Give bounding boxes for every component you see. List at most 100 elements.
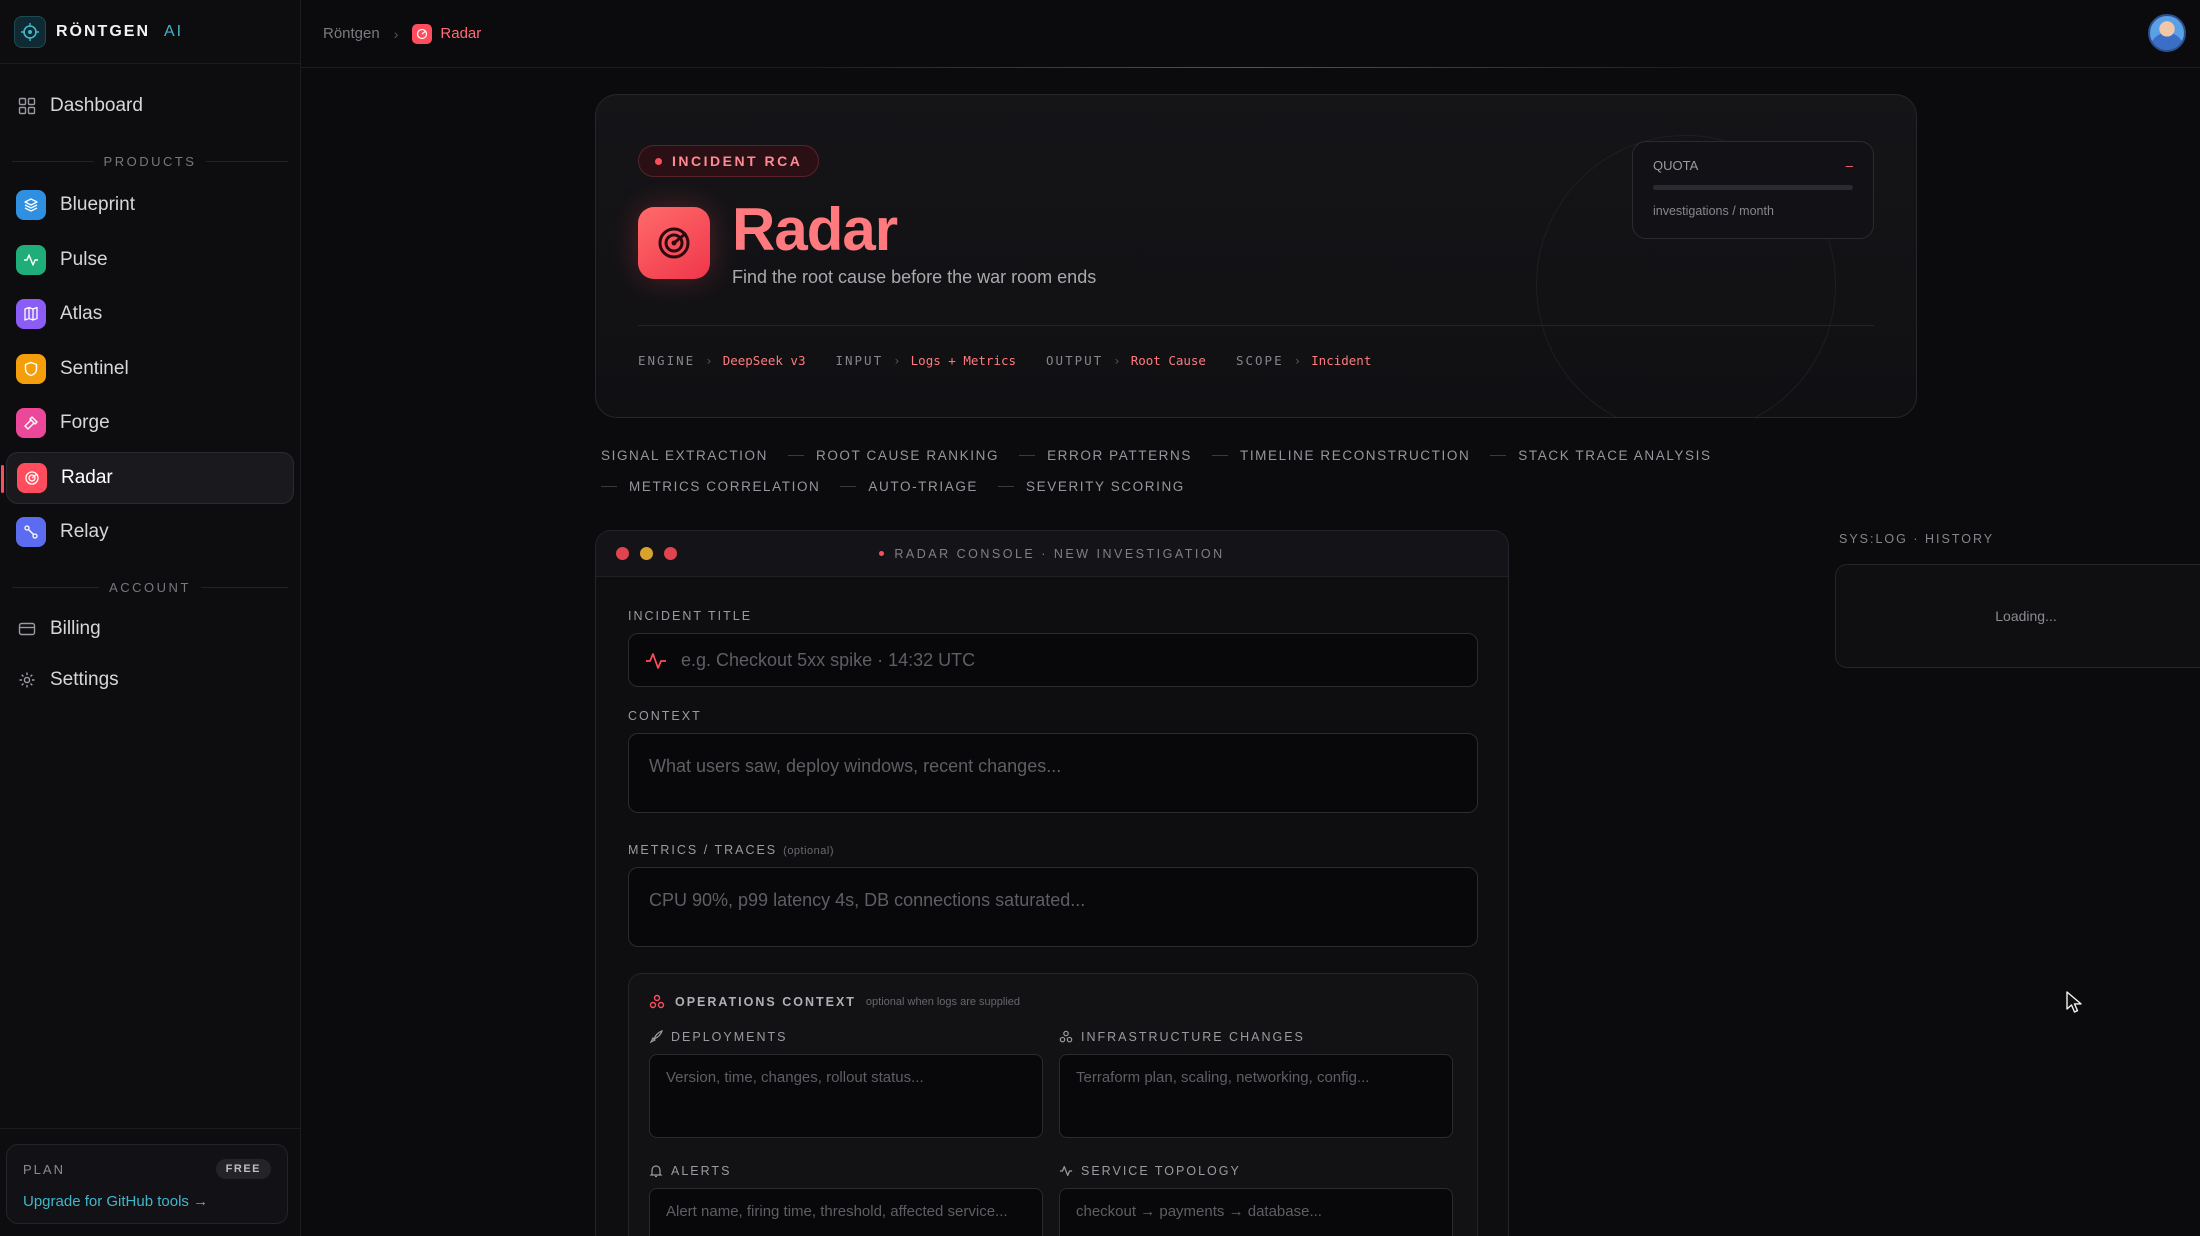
status-dot: [655, 157, 662, 165]
context-placeholder: What users saw, deploy windows, recent c…: [649, 756, 1062, 776]
chevron-right-icon: ›: [1293, 353, 1302, 368]
capability-label: STACK TRACE ANALYSIS: [1518, 448, 1712, 463]
sidebar-item-relay[interactable]: Relay: [6, 506, 294, 558]
spec-value: Root Cause: [1130, 353, 1206, 368]
sidebar-item-billing[interactable]: Billing: [6, 605, 294, 653]
quota-progress-bar: [1653, 185, 1853, 190]
capability-label: ROOT CAUSE RANKING: [815, 448, 1000, 463]
incident-title-placeholder: e.g. Checkout 5xx spike · 14:32 UTC: [681, 649, 976, 670]
service-topology-textarea[interactable]: checkout → payments → database...: [1059, 1188, 1453, 1236]
chevron-right-icon: ›: [1113, 353, 1121, 368]
brand-name: RÖNTGEN: [56, 22, 150, 40]
spec-key: SCOPE: [1235, 353, 1284, 368]
console-title-text: RADAR CONSOLE · NEW INVESTIGATION: [894, 546, 1225, 561]
sidebar: RÖNTGEN AI Dashboard PRODUCTS Blueprint P…: [0, 0, 301, 1236]
hero-divider: [638, 325, 1874, 326]
capability-item: SEVERITY SCORING: [998, 479, 1185, 494]
spec-key: OUTPUT: [1046, 353, 1104, 368]
sidebar-item-radar[interactable]: Radar: [1, 451, 294, 504]
products-section-label: PRODUCTS: [6, 146, 294, 179]
sidebar-item-label: Billing: [50, 618, 101, 639]
context-textarea[interactable]: What users saw, deploy windows, recent c…: [628, 733, 1478, 813]
infrastructure-changes-placeholder: Terraform plan, scaling, networking, con…: [1076, 1069, 1370, 1086]
capability-list: SIGNAL EXTRACTION ROOT CAUSE RANKING ERR…: [601, 448, 1921, 494]
network-icon: [1059, 1030, 1073, 1043]
capability-label: METRICS CORRELATION: [629, 479, 821, 494]
metrics-placeholder: CPU 90%, p99 latency 4s, DB connections …: [649, 890, 1086, 910]
upgrade-link[interactable]: Upgrade for GitHub tools →: [23, 1193, 271, 1210]
spec-key: INPUT: [835, 353, 884, 368]
plan-card: PLAN FREE Upgrade for GitHub tools →: [6, 1144, 288, 1224]
alerts-placeholder: Alert name, firing time, threshold, affe…: [666, 1203, 1008, 1220]
radar-console: RADAR CONSOLE · NEW INVESTIGATION INCIDE…: [595, 530, 1509, 1236]
alerts-textarea[interactable]: Alert name, firing time, threshold, affe…: [649, 1188, 1043, 1236]
operations-context-title: OPERATIONS CONTEXT: [675, 995, 856, 1009]
deployments-textarea[interactable]: Version, time, changes, rollout status..…: [649, 1054, 1043, 1138]
sidebar-item-label: Radar: [61, 466, 113, 488]
sidebar-item-blueprint[interactable]: Blueprint: [6, 179, 294, 231]
layers-icon: [16, 190, 46, 220]
sidebar-divider: [0, 1128, 301, 1129]
service-topology-label: SERVICE TOPOLOGY: [1059, 1164, 1241, 1178]
hammer-icon: [16, 408, 46, 438]
operations-context-panel: OPERATIONS CONTEXT optional when logs ar…: [628, 973, 1478, 1236]
incident-title-input[interactable]: e.g. Checkout 5xx spike · 14:32 UTC: [628, 633, 1478, 687]
badge-label: INCIDENT RCA: [672, 153, 803, 169]
sidebar-item-dashboard[interactable]: Dashboard: [6, 80, 294, 132]
capability-item: STACK TRACE ANALYSIS: [1490, 448, 1711, 463]
service-topology-label-text: SERVICE TOPOLOGY: [1081, 1164, 1241, 1178]
alerts-label-text: ALERTS: [671, 1164, 732, 1178]
capability-label: SIGNAL EXTRACTION: [601, 448, 768, 463]
infrastructure-changes-textarea[interactable]: Terraform plan, scaling, networking, con…: [1059, 1054, 1453, 1138]
quota-value: –: [1845, 158, 1853, 173]
sidebar-item-atlas[interactable]: Atlas: [6, 288, 294, 340]
console-titlebar: RADAR CONSOLE · NEW INVESTIGATION: [596, 531, 1508, 577]
alerts-label: ALERTS: [649, 1164, 731, 1178]
operations-context-hint: optional when logs are supplied: [865, 996, 1021, 1008]
context-label: CONTEXT: [628, 709, 702, 723]
capability-item: ROOT CAUSE RANKING: [787, 448, 1000, 463]
main-content: Röntgen › Radar INCIDENT RCA Radar Find …: [301, 0, 2200, 1236]
sidebar-item-label: Sentinel: [60, 357, 129, 379]
credit-card-icon: [18, 622, 36, 636]
sidebar-item-label: Pulse: [60, 248, 108, 270]
capability-label: ERROR PATTERNS: [1047, 448, 1192, 463]
history-loading-text: Loading...: [1995, 608, 2057, 624]
sidebar-item-settings[interactable]: Settings: [6, 656, 294, 704]
brand-logo-icon: [14, 15, 46, 48]
quota-card: QUOTA – investigations / month: [1632, 141, 1874, 239]
spec-value: Logs + Metrics: [910, 353, 1017, 368]
radar-icon: [638, 207, 710, 279]
capability-item: METRICS CORRELATION: [601, 479, 820, 494]
breadcrumb-root[interactable]: Röntgen: [323, 25, 380, 42]
sidebar-item-sentinel[interactable]: Sentinel: [6, 343, 294, 395]
sidebar-item-label: Blueprint: [60, 194, 135, 215]
console-title: RADAR CONSOLE · NEW INVESTIGATION: [596, 547, 1508, 561]
chevron-right-icon: ›: [393, 25, 399, 42]
capability-label: AUTO-TRIAGE: [868, 479, 979, 494]
gear-icon: [19, 672, 35, 687]
rocket-icon: [649, 1030, 663, 1044]
activity-icon: [16, 244, 46, 275]
sidebar-item-label: Dashboard: [50, 95, 143, 116]
capability-item: AUTO-TRIAGE: [840, 479, 978, 494]
brand-suffix: AI: [164, 22, 184, 40]
avatar[interactable]: [2148, 14, 2186, 52]
capability-label: TIMELINE RECONSTRUCTION: [1239, 448, 1471, 463]
metrics-label: METRICS / TRACES (optional): [628, 843, 834, 857]
quota-caption: investigations / month: [1653, 204, 1774, 218]
sidebar-item-pulse[interactable]: Pulse: [6, 234, 294, 286]
plan-label: PLAN: [23, 1161, 65, 1177]
topbar: Röntgen › Radar: [301, 0, 2200, 68]
history-label: SYS:LOG · HISTORY: [1839, 532, 1995, 546]
brand[interactable]: RÖNTGEN AI: [0, 0, 300, 64]
quota-label: QUOTA: [1653, 158, 1699, 173]
spec-value: DeepSeek v3: [722, 353, 806, 368]
account-section-label: ACCOUNT: [6, 572, 294, 605]
deployments-label: DEPLOYMENTS: [649, 1030, 787, 1044]
infrastructure-changes-label-text: INFRASTRUCTURE CHANGES: [1081, 1030, 1305, 1044]
service-topology-placeholder: checkout → payments → database...: [1076, 1203, 1322, 1220]
sidebar-item-forge[interactable]: Forge: [6, 397, 294, 449]
metrics-textarea[interactable]: CPU 90%, p99 latency 4s, DB connections …: [628, 867, 1478, 947]
chevron-right-icon: ›: [705, 353, 713, 368]
